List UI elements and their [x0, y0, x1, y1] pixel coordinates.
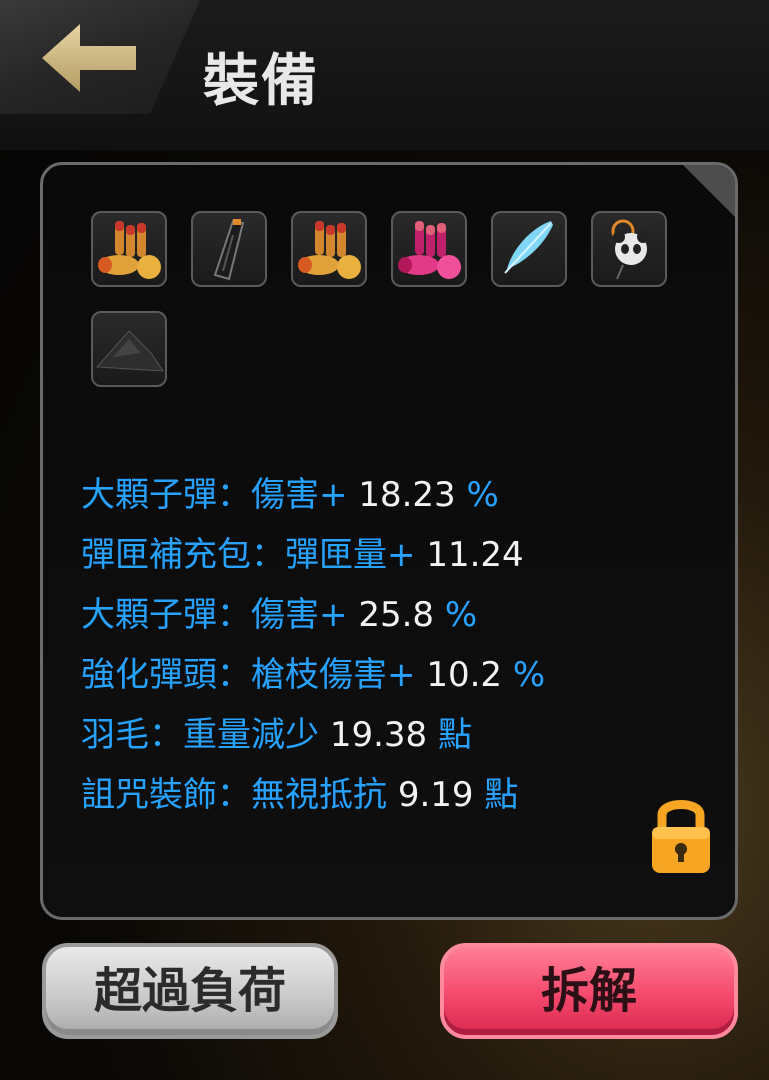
- equipment-slot[interactable]: [191, 211, 267, 287]
- stat-value: 9.19: [397, 775, 474, 815]
- lock-icon: [652, 800, 710, 873]
- stat-line: 詛咒裝飾：無視抵抗 9.19 點: [81, 765, 701, 825]
- stat-label: 大顆子彈：傷害+: [81, 595, 348, 635]
- stat-line: 強化彈頭：槍枝傷害+ 10.2 %: [81, 645, 701, 705]
- equipment-slot[interactable]: [91, 211, 167, 287]
- overload-button[interactable]: 超過負荷: [42, 943, 338, 1039]
- stat-value: 25.8: [358, 595, 435, 635]
- stat-label: 強化彈頭：槍枝傷害+: [81, 655, 416, 695]
- stat-value: 19.38: [329, 715, 428, 755]
- stat-unit: %: [466, 475, 499, 515]
- bullets-pink-icon: [398, 221, 461, 279]
- magazine-icon: [213, 219, 245, 281]
- stat-label: 詛咒裝飾：無視抵抗: [81, 775, 387, 815]
- bullets-gold-icon: [98, 221, 161, 279]
- stat-unit: 點: [484, 775, 519, 815]
- dismantle-button[interactable]: 拆解: [440, 943, 738, 1039]
- stats-list: 大顆子彈：傷害+ 18.23 % 彈匣補充包：彈匣量+ 11.24 大顆子彈：傷…: [81, 465, 701, 825]
- stat-unit: %: [444, 595, 478, 635]
- lock-button[interactable]: [648, 795, 714, 881]
- stat-label: 彈匣補充包：彈匣量+: [81, 535, 416, 575]
- feather-icon: [504, 221, 553, 274]
- header-bar: 裝備: [0, 0, 769, 150]
- stat-line: 羽毛：重量減少 19.38 點: [81, 705, 701, 765]
- panel-corner-tab: [683, 165, 735, 217]
- stat-value: 18.23: [358, 475, 456, 515]
- equipment-slot[interactable]: [91, 311, 167, 387]
- equipment-panel: 大顆子彈：傷害+ 18.23 % 彈匣補充包：彈匣量+ 11.24 大顆子彈：傷…: [40, 162, 738, 920]
- equipment-slot[interactable]: [291, 211, 367, 287]
- stat-value: 11.24: [426, 535, 524, 575]
- stat-unit: %: [512, 655, 546, 695]
- equipment-slot[interactable]: [391, 211, 467, 287]
- bullets-gold-icon: [298, 221, 361, 279]
- rock-shard-icon: [95, 330, 164, 372]
- back-arrow-icon: [42, 24, 136, 92]
- stat-label: 大顆子彈：傷害+: [81, 475, 348, 515]
- back-button[interactable]: [0, 0, 200, 114]
- equipment-slot[interactable]: [591, 211, 667, 287]
- stat-line: 彈匣補充包：彈匣量+ 11.24: [81, 525, 701, 585]
- equipment-slot[interactable]: [491, 211, 567, 287]
- stat-unit: 點: [437, 715, 472, 755]
- page-title: 裝備: [203, 49, 319, 114]
- stat-label: 羽毛：重量減少: [81, 715, 319, 755]
- stat-line: 大顆子彈：傷害+ 18.23 %: [81, 465, 701, 525]
- stat-value: 10.2: [426, 655, 503, 695]
- panda-charm-icon: [611, 219, 649, 280]
- stat-line: 大顆子彈：傷害+ 25.8 %: [81, 585, 701, 645]
